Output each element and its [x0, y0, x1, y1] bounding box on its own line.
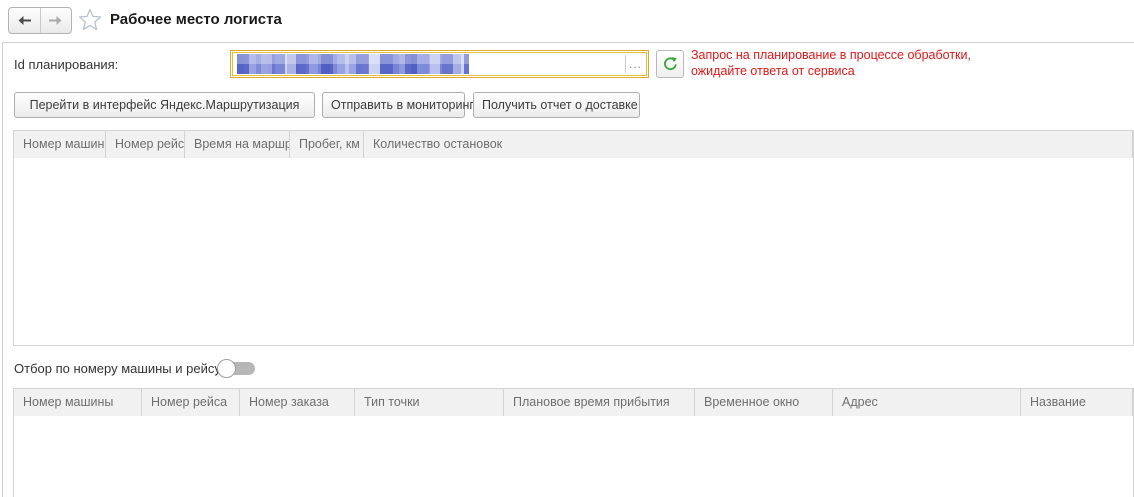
- planning-id-input[interactable]: ...: [230, 50, 649, 78]
- status-line-2: ожидайте ответа от сервиса: [691, 64, 1111, 80]
- page-title: Рабочее место логиста: [110, 11, 282, 28]
- stops-table-header: Номер машиныНомер рейсаНомер заказаТип т…: [14, 389, 1133, 417]
- forward-button[interactable]: [40, 8, 72, 33]
- routes-table-header: Номер машиныНомер рейсаВремя на маршруте…: [14, 131, 1133, 159]
- stops-table-body[interactable]: [14, 416, 1133, 497]
- column-header-6[interactable]: Временное окно: [695, 389, 833, 416]
- refresh-button[interactable]: [656, 50, 684, 78]
- arrow-right-icon: [48, 15, 63, 26]
- get-delivery-report-button[interactable]: Получить отчет о доставке: [473, 92, 640, 118]
- column-header-5[interactable]: Количество остановок: [364, 131, 1133, 158]
- filter-toggle-switch[interactable]: [217, 359, 255, 378]
- filter-toggle-label: Отбор по номеру машины и рейсу:: [14, 361, 224, 376]
- status-line-1: Запрос на планирование в процессе обрабо…: [691, 48, 1111, 64]
- column-header-2[interactable]: Номер рейса: [142, 389, 240, 416]
- column-header-4[interactable]: Тип точки: [355, 389, 504, 416]
- column-header-1[interactable]: Номер машины: [14, 131, 106, 158]
- planning-id-redacted-value: [237, 54, 469, 74]
- toggle-knob: [217, 359, 236, 378]
- open-yandex-routing-button[interactable]: Перейти в интерфейс Яндекс.Маршрутизация: [14, 92, 315, 118]
- planning-status-message: Запрос на планирование в процессе обрабо…: [691, 48, 1111, 79]
- column-header-5[interactable]: Плановое время прибытия: [504, 389, 695, 416]
- back-button[interactable]: [9, 8, 40, 33]
- history-nav-group: [8, 7, 72, 34]
- column-header-4[interactable]: Пробег, км: [290, 131, 364, 158]
- column-header-3[interactable]: Номер заказа: [240, 389, 355, 416]
- choose-value-button[interactable]: ...: [625, 55, 645, 73]
- stops-table: Номер машиныНомер рейсаНомер заказаТип т…: [13, 388, 1134, 497]
- logist-workspace-window: Рабочее место логиста Id планирования: .…: [0, 0, 1134, 497]
- column-header-1[interactable]: Номер машины: [14, 389, 142, 416]
- favorite-star-icon[interactable]: [78, 8, 102, 31]
- arrow-left-icon: [17, 15, 32, 26]
- routes-table: Номер машиныНомер рейсаВремя на маршруте…: [13, 130, 1134, 346]
- column-header-2[interactable]: Номер рейса: [106, 131, 185, 158]
- column-header-8[interactable]: Название: [1021, 389, 1133, 416]
- send-to-monitoring-button[interactable]: Отправить в мониторинг: [322, 92, 465, 118]
- column-header-7[interactable]: Адрес: [833, 389, 1021, 416]
- routes-table-body[interactable]: [14, 158, 1133, 345]
- planning-id-label: Id планирования:: [14, 57, 118, 72]
- refresh-icon: [662, 56, 679, 73]
- column-header-3[interactable]: Время на маршруте: [185, 131, 290, 158]
